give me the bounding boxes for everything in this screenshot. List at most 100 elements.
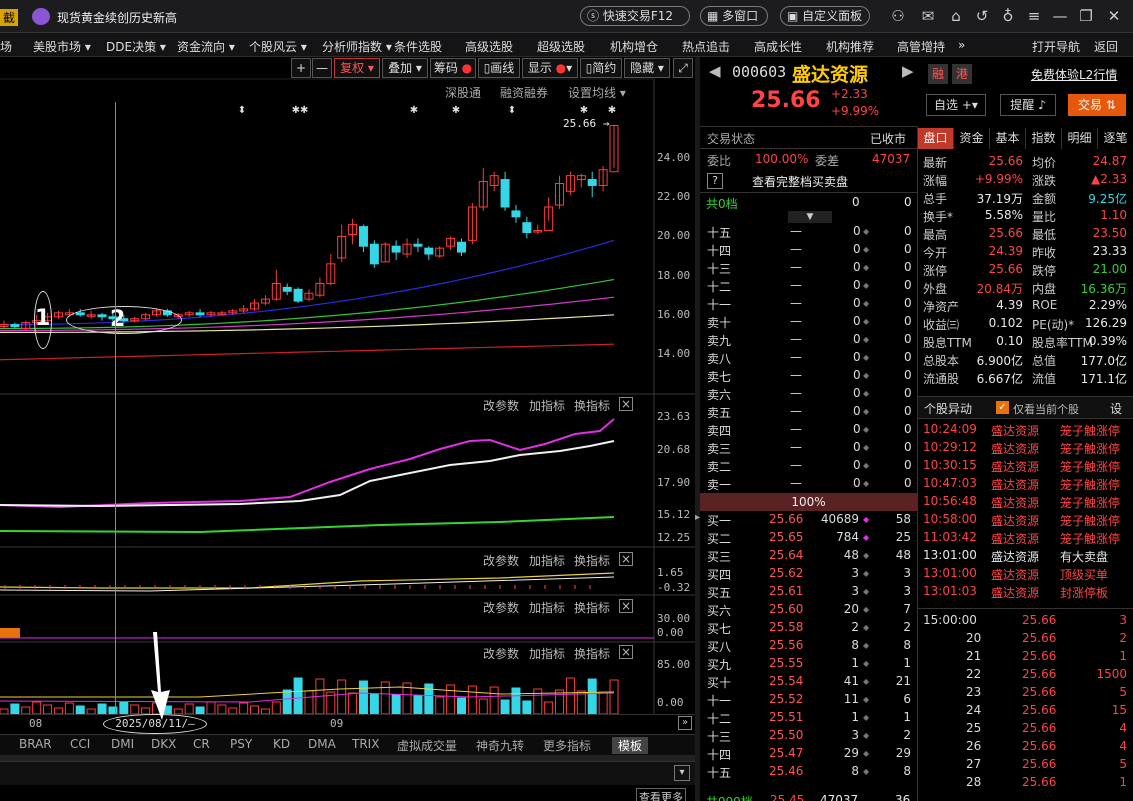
close-indicator-icon[interactable]: ×: [619, 397, 633, 411]
quick-trade-button[interactable]: ⓢ 快速交易F12: [580, 6, 690, 26]
close-indicator-icon[interactable]: ×: [619, 645, 633, 659]
bid-row[interactable]: 买六 25.60 20 ◆ 7: [705, 601, 917, 619]
menu-item[interactable]: 热点追击: [682, 38, 730, 55]
swap-indicator-button[interactable]: 换指标: [574, 599, 610, 616]
menu-more-button[interactable]: »: [958, 38, 965, 52]
alert-button[interactable]: 提醒 ♪: [1000, 94, 1056, 116]
indicator-tab[interactable]: DKX: [151, 737, 176, 751]
indicator-tab[interactable]: DMI: [111, 737, 134, 751]
ask-row[interactable]: 卖七 — 0 ◆ 0: [705, 367, 917, 385]
event-row[interactable]: 10:29:12 盛达资源 笼子触涨停: [920, 439, 1133, 457]
events-settings-button[interactable]: 设: [1110, 400, 1122, 417]
swap-indicator-button[interactable]: 换指标: [574, 645, 610, 662]
ask-row[interactable]: 十五 — 0 ◆ 0: [705, 223, 917, 241]
ask-row[interactable]: 十二 — 0 ◆ 0: [705, 277, 917, 295]
quote-tab[interactable]: 盘口: [918, 128, 954, 149]
bid-row[interactable]: 买十 25.54 41 ◆ 21: [705, 673, 917, 691]
watchlist-button[interactable]: 自选 +▾: [926, 94, 986, 116]
bid-row[interactable]: 十四 25.47 29 ◆ 29: [705, 745, 917, 763]
change-param-button[interactable]: 改参数: [483, 552, 519, 569]
download-tag[interactable]: 截: [0, 9, 19, 26]
menu-item[interactable]: 机构推荐: [826, 38, 874, 55]
close-indicator-icon[interactable]: ×: [619, 599, 633, 613]
indicator-tab[interactable]: DMA: [308, 737, 336, 751]
add-indicator-button[interactable]: 加指标: [529, 645, 565, 662]
collapse-icon[interactable]: ▾: [674, 765, 690, 781]
quote-tab[interactable]: 明细: [1062, 128, 1098, 149]
open-nav-button[interactable]: 打开导航: [1032, 38, 1080, 55]
ask-row[interactable]: 卖一 — 0 ◆ 0: [705, 475, 917, 493]
swap-indicator-button[interactable]: 换指标: [574, 552, 610, 569]
menu-item[interactable]: 资金流向 ▾: [177, 38, 235, 55]
margin-badge[interactable]: 融: [928, 64, 948, 84]
expand-ask-icon[interactable]: ▼: [788, 211, 832, 223]
next-stock-icon[interactable]: ▶: [902, 62, 914, 80]
back-button[interactable]: 返回: [1094, 38, 1118, 55]
scroll-right-icon[interactable]: »: [678, 716, 692, 730]
restore-icon[interactable]: ❐: [1076, 6, 1096, 26]
event-row[interactable]: 13:01:00 盛达资源 有大卖盘: [920, 547, 1133, 565]
menu-item[interactable]: DDE决策 ▾: [106, 38, 166, 55]
bid-row[interactable]: 十二 25.51 1 ◆ 1: [705, 709, 917, 727]
change-param-button[interactable]: 改参数: [483, 397, 519, 414]
change-param-button[interactable]: 改参数: [483, 645, 519, 662]
menu-item[interactable]: 条件选股: [394, 38, 442, 55]
bid-row[interactable]: 买九 25.55 1 ◆ 1: [705, 655, 917, 673]
ask-row[interactable]: 十三 — 0 ◆ 0: [705, 259, 917, 277]
ask-row[interactable]: 卖三 — 0 ◆ 0: [705, 439, 917, 457]
bid-row[interactable]: 买二 25.65 784 ◆ 25: [705, 529, 917, 547]
only-current-checkbox[interactable]: ✓: [996, 401, 1009, 414]
event-row[interactable]: 10:30:15 盛达资源 笼子触涨停: [920, 457, 1133, 475]
quote-tab[interactable]: 资金: [954, 128, 990, 149]
minimize-icon[interactable]: —: [1050, 6, 1070, 26]
menu-item[interactable]: 分析师指数 ▾: [322, 38, 392, 55]
user-icon[interactable]: ⚇: [888, 6, 908, 26]
menu-item[interactable]: 机构增仓: [610, 38, 658, 55]
skin-icon[interactable]: ♁: [998, 6, 1018, 26]
quote-tab[interactable]: 基本: [990, 128, 1026, 149]
indicator-tab[interactable]: KD: [273, 737, 290, 751]
bid-row[interactable]: 十五 25.46 8 ◆ 8: [705, 763, 917, 781]
indicator-tab[interactable]: 虚拟成交量: [397, 737, 457, 754]
close-indicator-icon[interactable]: ×: [619, 552, 633, 566]
hk-badge[interactable]: 港: [952, 64, 972, 84]
menu-item[interactable]: 高成长性: [754, 38, 802, 55]
menu-item[interactable]: 场: [0, 38, 12, 55]
bid-row[interactable]: 十三 25.50 3 ◆ 2: [705, 727, 917, 745]
prev-stock-icon[interactable]: ◀: [709, 62, 721, 80]
swap-indicator-button[interactable]: 换指标: [574, 397, 610, 414]
indicator-tab[interactable]: 更多指标: [543, 737, 591, 754]
ask-row[interactable]: 卖六 — 0 ◆ 0: [705, 385, 917, 403]
quote-tab[interactable]: 逐笔: [1098, 128, 1133, 149]
mail-icon[interactable]: ✉: [918, 6, 938, 26]
event-row[interactable]: 10:56:48 盛达资源 笼子触涨停: [920, 493, 1133, 511]
multi-window-button[interactable]: ▦ 多窗口: [700, 6, 768, 26]
ask-row[interactable]: 卖九 — 0 ◆ 0: [705, 331, 917, 349]
event-row[interactable]: 11:03:42 盛达资源 笼子触涨停: [920, 529, 1133, 547]
view-more-button[interactable]: 查看更多: [636, 788, 686, 801]
menu-icon[interactable]: ≡: [1024, 6, 1044, 26]
l2-link[interactable]: 免费体验L2行情: [1031, 66, 1117, 83]
news-ticker[interactable]: 现货黄金续创历史新高: [57, 9, 177, 26]
event-row[interactable]: 13:01:00 盛达资源 顶级买单: [920, 565, 1133, 583]
bid-row[interactable]: 十一 25.52 11 ◆ 6: [705, 691, 917, 709]
event-row[interactable]: 10:24:09 盛达资源 笼子触涨停: [920, 421, 1133, 439]
ask-row[interactable]: 卖二 — 0 ◆ 0: [705, 457, 917, 475]
ask-row[interactable]: 卖五 — 0 ◆ 0: [705, 403, 917, 421]
change-param-button[interactable]: 改参数: [483, 599, 519, 616]
add-indicator-button[interactable]: 加指标: [529, 552, 565, 569]
event-row[interactable]: 13:01:03 盛达资源 封涨停板: [920, 583, 1133, 601]
ask-row[interactable]: 十四 — 0 ◆ 0: [705, 241, 917, 259]
indicator-tab[interactable]: PSY: [230, 737, 252, 751]
ask-row[interactable]: 卖八 — 0 ◆ 0: [705, 349, 917, 367]
add-indicator-button[interactable]: 加指标: [529, 397, 565, 414]
bid-row[interactable]: 买四 25.62 3 ◆ 3: [705, 565, 917, 583]
indicator-tab[interactable]: 模板: [612, 737, 649, 754]
indicator-tab[interactable]: 神奇九转: [476, 737, 524, 754]
help-icon[interactable]: ?: [707, 173, 723, 189]
add-indicator-button[interactable]: 加指标: [529, 599, 565, 616]
trade-button[interactable]: 交易 ⇅: [1068, 94, 1126, 116]
close-icon[interactable]: ✕: [1104, 6, 1124, 26]
indicator-tab[interactable]: TRIX: [352, 737, 379, 751]
menu-item[interactable]: 高管增持: [897, 38, 945, 55]
